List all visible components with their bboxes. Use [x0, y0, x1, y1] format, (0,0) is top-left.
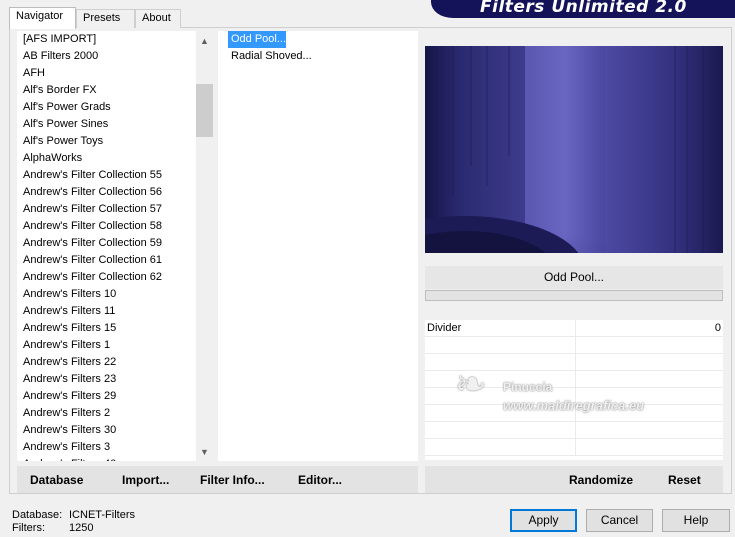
category-item[interactable]: Andrew's Filters 1: [17, 337, 213, 354]
filter-list[interactable]: Odd Pool... Radial Shoved...: [218, 31, 418, 461]
parameter-table: Divider 0: [425, 320, 723, 460]
category-item[interactable]: Andrew's Filter Collection 61: [17, 252, 213, 269]
tab-presets[interactable]: Presets: [76, 9, 135, 28]
category-item[interactable]: Andrew's Filter Collection 62: [17, 269, 213, 286]
database-info: Database: ICNET-Filters Filters: 1250: [12, 509, 135, 535]
param-row: [425, 439, 723, 456]
randomize-button[interactable]: Randomize: [569, 473, 633, 487]
right-button-bar: Randomize Reset: [425, 466, 723, 493]
left-button-bar: Database Import... Filter Info... Editor…: [17, 466, 418, 493]
column-divider: [575, 320, 576, 336]
filters-label: Filters:: [12, 522, 45, 534]
param-row: [425, 354, 723, 371]
column-divider: [575, 371, 576, 387]
category-item[interactable]: Andrew's Filters 40: [17, 456, 213, 461]
cancel-button[interactable]: Cancel: [586, 509, 653, 532]
parameter-slider[interactable]: [425, 290, 723, 301]
category-item[interactable]: Alf's Power Grads: [17, 99, 213, 116]
filter-item[interactable]: Radial Shoved...: [228, 48, 312, 65]
category-item[interactable]: Andrew's Filter Collection 58: [17, 218, 213, 235]
category-list[interactable]: [AFS IMPORT] AB Filters 2000 AFH Alf's Bord…: [17, 31, 213, 461]
reset-button[interactable]: Reset: [668, 473, 701, 487]
apply-button[interactable]: Apply: [510, 509, 577, 532]
category-item[interactable]: Alf's Power Sines: [17, 116, 213, 133]
scroll-thumb[interactable]: [196, 84, 213, 137]
filters-count: 1250: [69, 522, 94, 534]
filter-row[interactable]: Radial Shoved...: [218, 48, 418, 65]
category-item[interactable]: Andrew's Filters 11: [17, 303, 213, 320]
category-item[interactable]: Andrew's Filter Collection 57: [17, 201, 213, 218]
category-item[interactable]: Andrew's Filters 30: [17, 422, 213, 439]
editor-button[interactable]: Editor...: [298, 473, 342, 487]
category-item[interactable]: Andrew's Filter Collection 55: [17, 167, 213, 184]
category-item[interactable]: Andrew's Filters 23: [17, 371, 213, 388]
category-item[interactable]: Andrew's Filters 29: [17, 388, 213, 405]
param-name: Divider: [427, 322, 462, 334]
current-filter-name: Odd Pool...: [425, 266, 723, 289]
database-button[interactable]: Database: [30, 473, 83, 487]
param-row: [425, 422, 723, 439]
category-item[interactable]: Alf's Border FX: [17, 82, 213, 99]
category-item[interactable]: Alf's Power Toys: [17, 133, 213, 150]
tab-about[interactable]: About: [135, 9, 181, 28]
param-row: [425, 337, 723, 354]
param-value[interactable]: 0: [715, 320, 721, 337]
column-divider: [575, 405, 576, 421]
filter-row[interactable]: Odd Pool...: [218, 31, 418, 48]
category-item[interactable]: Andrew's Filters 2: [17, 405, 213, 422]
param-row: Divider 0: [425, 320, 723, 337]
scroll-down-icon[interactable]: ▼: [196, 444, 213, 461]
category-item[interactable]: Andrew's Filters 3: [17, 439, 213, 456]
category-scrollbar[interactable]: ▲ ▼: [196, 31, 213, 461]
database-label: Database:: [12, 509, 63, 521]
column-divider: [575, 422, 576, 438]
column-divider: [575, 337, 576, 353]
column-divider: [575, 439, 576, 455]
param-row: [425, 388, 723, 405]
param-row: [425, 371, 723, 388]
help-button[interactable]: Help: [662, 509, 730, 532]
category-item[interactable]: AFH: [17, 65, 213, 82]
param-row: [425, 405, 723, 422]
import-button[interactable]: Import...: [122, 473, 169, 487]
preview-image: [425, 46, 723, 253]
category-item[interactable]: AlphaWorks: [17, 150, 213, 167]
preview-graphic: [425, 46, 723, 253]
database-value: ICNET-Filters: [69, 509, 135, 521]
category-item[interactable]: Andrew's Filters 10: [17, 286, 213, 303]
filter-info-button[interactable]: Filter Info...: [200, 473, 265, 487]
category-item[interactable]: Andrew's Filters 15: [17, 320, 213, 337]
category-item[interactable]: Andrew's Filter Collection 56: [17, 184, 213, 201]
category-item[interactable]: Andrew's Filter Collection 59: [17, 235, 213, 252]
filter-item[interactable]: Odd Pool...: [228, 31, 287, 48]
banner-title: Filters Unlimited 2.0: [480, 0, 687, 17]
tab-navigator[interactable]: Navigator: [9, 7, 76, 29]
column-divider: [575, 354, 576, 370]
column-divider: [575, 388, 576, 404]
scroll-up-icon[interactable]: ▲: [196, 33, 213, 50]
category-item[interactable]: AB Filters 2000: [17, 48, 213, 65]
category-item[interactable]: Andrew's Filters 22: [17, 354, 213, 371]
category-item[interactable]: [AFS IMPORT]: [17, 31, 213, 48]
